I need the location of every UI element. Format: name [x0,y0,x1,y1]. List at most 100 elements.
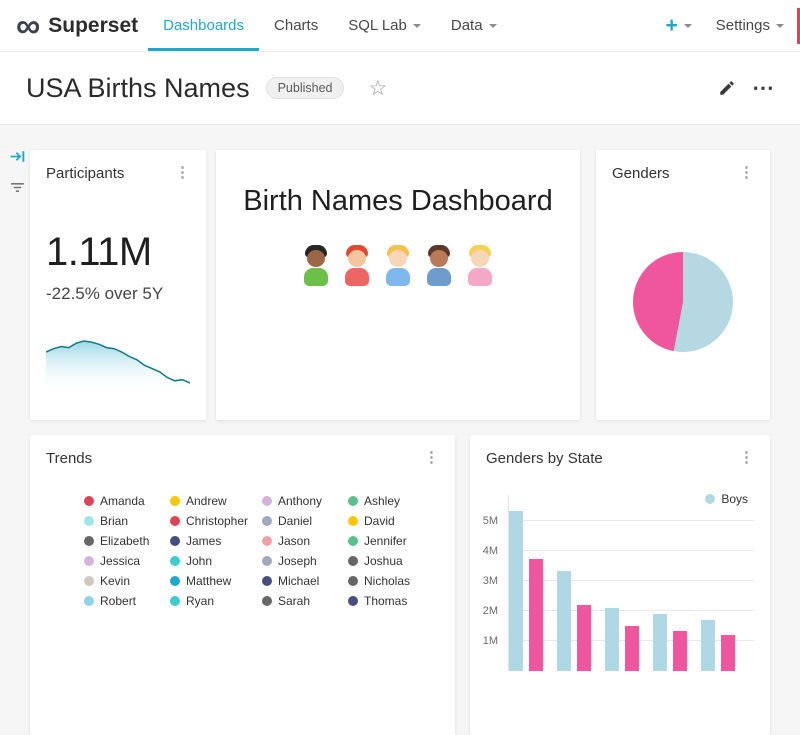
legend-item-michael[interactable]: Michael [262,575,348,587]
legend-item-elizabeth[interactable]: Elizabeth [84,535,170,547]
legend-item-joshua[interactable]: Joshua [348,555,444,567]
legend-item-andrew[interactable]: Andrew [170,495,262,507]
legend-dot [348,516,358,526]
trends-legend: Amanda Andrew Anthony Ashley Brian Christophe… [84,495,444,607]
legend-dot [84,576,94,586]
bar-boys-CA[interactable] [509,511,523,672]
legend-dot [262,536,272,546]
legend-item-christopher[interactable]: Christopher [170,515,262,527]
navbar-right: + Settings [666,0,784,51]
legend-item-ryan[interactable]: Ryan [170,595,262,607]
arrow-to-bar-icon [9,148,26,165]
legend-item-john[interactable]: John [170,555,262,567]
child-emoji [341,245,373,289]
caret-down-icon [776,24,784,28]
legend-label: Nicholas [364,574,410,588]
legend-label: Sarah [278,594,310,608]
filter-bar-collapsed [6,148,28,197]
legend-label: Joseph [278,554,317,568]
big-number-subheader: -22.5% over 5Y [46,284,163,304]
legend-dot [262,496,272,506]
legend-dot [262,576,272,586]
legend-label: Ashley [364,494,400,508]
legend-dot [348,576,358,586]
participants-sparkline [46,335,190,393]
dashboard-title: USA Births Names [26,73,250,104]
legend-item-daniel[interactable]: Daniel [262,515,348,527]
nav-data-label: Data [451,17,483,34]
legend-label: Anthony [278,494,322,508]
expand-filter-bar-button[interactable] [9,148,26,166]
genders-pie[interactable] [633,252,733,352]
legend-item-anthony[interactable]: Anthony [262,495,348,507]
nav-sql-lab[interactable]: SQL Lab [333,0,436,51]
chart-card-participants: Participants ⋮ 1.11M -22.5% over 5Y [30,150,206,420]
legend-item-jennifer[interactable]: Jennifer [348,535,444,547]
legend-item-david[interactable]: David [348,515,444,527]
edit-dashboard-button[interactable] [718,79,736,97]
chart-title: Participants [46,165,124,182]
bar-boys-TX[interactable] [605,608,619,671]
chart-menu-button[interactable]: ⋮ [735,165,758,180]
chart-menu-button[interactable]: ⋮ [171,165,194,180]
nav-dashboards[interactable]: Dashboards [148,0,259,51]
legend-item-ashley[interactable]: Ashley [348,495,444,507]
bar-boys-IL[interactable] [701,620,715,671]
legend-dot [170,496,180,506]
legend-item-james[interactable]: James [170,535,262,547]
legend-item-robert[interactable]: Robert [84,595,170,607]
bar-girls-PA[interactable] [673,631,687,672]
chart-menu-button[interactable]: ⋮ [420,450,443,465]
legend-dot [348,536,358,546]
bar-girls-TX[interactable] [625,626,639,671]
legend-label: Jessica [100,554,140,568]
dashboard-header: USA Births Names Published ☆ ⋯ [0,52,800,125]
legend-label: Brian [100,514,128,528]
superset-logo[interactable]: ∞ Superset [16,0,138,51]
legend-item-jason[interactable]: Jason [262,535,348,547]
infinity-logo-icon: ∞ [16,9,40,43]
legend-dot [262,516,272,526]
legend-item-brian[interactable]: Brian [84,515,170,527]
caret-down-icon [413,24,421,28]
y-axis-label: 1M [483,635,498,647]
legend-item-sarah[interactable]: Sarah [262,595,348,607]
favorite-star-icon[interactable]: ☆ [368,78,387,99]
legend-label: Ryan [186,594,214,608]
bar-girls-IL[interactable] [721,635,735,671]
more-actions-button[interactable]: ⋯ [752,77,774,99]
chart-menu-button[interactable]: ⋮ [735,450,758,465]
y-axis-label: 5M [483,515,498,527]
legend-label: Jason [278,534,310,548]
bar-girls-CA[interactable] [529,559,543,672]
legend-item-jessica[interactable]: Jessica [84,555,170,567]
legend-item-kevin[interactable]: Kevin [84,575,170,587]
legend-label: Robert [100,594,136,608]
legend-item-joseph[interactable]: Joseph [262,555,348,567]
legend-label: Andrew [186,494,227,508]
bar-girls-NY[interactable] [577,605,591,671]
legend-dot [170,536,180,546]
gbs-plot [508,495,754,671]
bar-boys-NY[interactable] [557,571,571,672]
nav-charts[interactable]: Charts [259,0,333,51]
legend-item-matthew[interactable]: Matthew [170,575,262,587]
settings-menu[interactable]: Settings [716,17,784,34]
legend-item-thomas[interactable]: Thomas [348,595,444,607]
header-actions: ⋯ [718,77,774,99]
legend-item-amanda[interactable]: Amanda [84,495,170,507]
published-badge[interactable]: Published [266,77,345,99]
bar-boys-PA[interactable] [653,614,667,671]
filter-list-button[interactable] [9,179,26,197]
chart-card-trends: Trends ⋮ AmandaAndrewAnthonyAshleyBrianC… [30,435,455,735]
settings-label: Settings [716,17,770,34]
markdown-header-card: Birth Names Dashboard [216,150,580,420]
new-button[interactable]: + [666,15,692,36]
pencil-icon [718,79,736,97]
legend-dot [170,596,180,606]
gbs-ylabels: 5M4M3M2M1M [470,495,502,671]
legend-item-nicholas[interactable]: Nicholas [348,575,444,587]
sparkline-area [46,341,190,393]
nav-data[interactable]: Data [436,0,512,51]
child-emoji [300,245,332,289]
